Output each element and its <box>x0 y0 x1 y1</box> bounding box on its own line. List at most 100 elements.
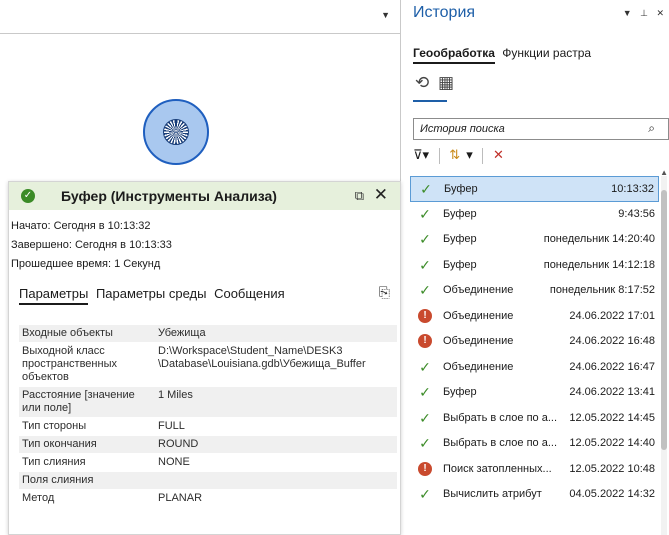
history-item-name: Буфер <box>443 233 477 245</box>
pane-controls[interactable]: ▼ ⊥ ✕ <box>623 8 667 19</box>
history-item-name: Буфер <box>444 183 478 195</box>
param-row: Поля слияния <box>19 471 397 490</box>
success-check-icon: ✓ <box>419 435 431 451</box>
history-list: ✓ Буфер 10:13:32 ✓ Буфер 9:43:56 ✓ Буфер понедел… <box>410 176 659 508</box>
tab-geoprocessing[interactable]: Геообработка <box>413 46 495 64</box>
param-name: Метод <box>19 489 155 508</box>
history-item[interactable]: ✓ Объединение 24.06.2022 16:47 <box>410 355 659 381</box>
copy-icon[interactable]: ⎘ <box>379 284 390 301</box>
history-item-time: 10:13:32 <box>611 183 654 195</box>
history-item[interactable]: ✓ Вычислить атрибут 04.05.2022 14:32 <box>410 482 659 508</box>
popup-header: ✓ Буфер (Инструменты Анализа) ⧉ ✕ <box>9 182 400 210</box>
param-row: Выходной класс пространственных объектов… <box>19 342 397 387</box>
scrollbar[interactable] <box>661 176 667 535</box>
started-text: Начато: Сегодня в 10:13:32 <box>11 220 151 232</box>
history-item-time: понедельник 14:12:18 <box>543 258 655 271</box>
error-icon: ! <box>418 308 432 323</box>
param-name: Тип стороны <box>19 417 155 436</box>
tab-messages[interactable]: Сообщения <box>214 286 285 301</box>
history-toolbar: ⊽▾ ⇅ ▾ ✕ <box>413 147 510 164</box>
history-item[interactable]: ✓ Объединение понедельник 8:17:52 <box>410 278 659 304</box>
history-item-name: Поиск затопленных... <box>443 462 552 475</box>
error-icon: ! <box>418 334 432 348</box>
param-name: Расстояние [значение или поле] <box>19 386 155 418</box>
history-icon[interactable]: ⟲ <box>415 73 429 92</box>
success-check-icon: ✓ <box>419 256 431 273</box>
chevron-down-icon[interactable]: ▾ <box>466 147 473 162</box>
tab-parameters[interactable]: Параметры <box>19 286 89 305</box>
history-item-time: 24.06.2022 16:47 <box>569 360 655 373</box>
success-check-icon: ✓ <box>419 205 431 222</box>
success-check-icon: ✓ <box>419 384 431 400</box>
success-check-icon: ✓ <box>419 409 431 426</box>
sort-icon[interactable]: ⇅ <box>449 147 460 162</box>
param-name: Поля слияния <box>19 471 155 490</box>
finished-text: Завершено: Сегодня в 10:13:33 <box>11 239 172 251</box>
history-pane: История ▼ ⊥ ✕ Геообработка Функции растр… <box>405 0 669 535</box>
map-tab-bar: ▼ <box>0 0 400 34</box>
calendar-icon[interactable]: ▦ <box>438 73 454 92</box>
history-item-name: Объединение <box>443 284 514 296</box>
tab-environments[interactable]: Параметры среды <box>96 286 207 301</box>
success-check-icon: ✓ <box>419 358 431 375</box>
symbol-core <box>163 119 189 145</box>
param-value: D:\Workspace\Student_Name\DESK3 \Databas… <box>155 342 397 387</box>
history-item[interactable]: ✓ Буфер понедельник 14:12:18 <box>410 253 659 279</box>
history-item[interactable]: ✓ Буфер 24.06.2022 13:41 <box>410 380 659 406</box>
param-name: Тип окончания <box>19 435 155 454</box>
param-value <box>155 471 397 490</box>
param-value: PLANAR <box>155 489 397 508</box>
history-item[interactable]: ✓ Буфер понедельник 14:20:40 <box>410 227 659 253</box>
shelter-point-symbol[interactable] <box>143 99 209 165</box>
tab-raster-functions[interactable]: Функции растра <box>502 46 591 60</box>
param-value: FULL <box>155 417 397 436</box>
elapsed-text: Прошедшее время: 1 Секунд <box>11 258 161 270</box>
history-item-time: 04.05.2022 14:32 <box>569 488 655 500</box>
history-item[interactable]: ✓ Буфер 10:13:32 <box>410 176 659 202</box>
history-item-name: Буфер <box>443 258 477 271</box>
clear-icon[interactable]: ✕ <box>493 147 504 162</box>
history-item-time: 24.06.2022 16:48 <box>569 335 655 347</box>
history-item-name: Вычислить атрибут <box>443 488 542 500</box>
history-item-time: 9:43:56 <box>618 207 655 220</box>
history-item-time: 12.05.2022 10:48 <box>569 462 655 475</box>
success-check-icon: ✓ <box>420 181 432 197</box>
param-value: ROUND <box>155 435 397 454</box>
history-item-time: 24.06.2022 13:41 <box>569 386 655 398</box>
param-row: Расстояние [значение или поле] 1 Miles <box>19 386 397 418</box>
search-icon[interactable]: ⌕ <box>648 121 655 136</box>
param-row: Тип слияния NONE <box>19 453 397 472</box>
param-row: Тип окончания ROUND <box>19 435 397 454</box>
param-row: Входные объекты Убежища <box>19 325 397 343</box>
history-item[interactable]: ! Объединение 24.06.2022 17:01 <box>410 304 659 330</box>
history-item[interactable]: ! Поиск затопленных... 12.05.2022 10:48 <box>410 457 659 483</box>
history-item[interactable]: ✓ Буфер 9:43:56 <box>410 202 659 228</box>
map-view[interactable]: ▼ ✓ Буфер (Инструменты Анализа) ⧉ ✕ Нача… <box>0 0 405 535</box>
history-item[interactable]: ✓ Выбрать в слое по а... 12.05.2022 14:45 <box>410 406 659 432</box>
scrollbar-thumb[interactable] <box>661 190 667 450</box>
history-item-name: Выбрать в слое по а... <box>443 437 558 449</box>
history-item-name: Объединение <box>443 360 514 373</box>
history-item-name: Буфер <box>443 207 477 220</box>
filter-icon[interactable]: ⊽▾ <box>413 147 429 162</box>
history-item-name: Объединение <box>443 309 514 322</box>
param-value: Убежища <box>155 325 397 343</box>
history-item[interactable]: ! Объединение 24.06.2022 16:48 <box>410 329 659 355</box>
parameters-table: Входные объекты Убежища Выходной класс про… <box>19 325 397 508</box>
map-dropdown-icon[interactable]: ▼ <box>381 10 390 20</box>
popup-title: Буфер (Инструменты Анализа) <box>61 188 277 204</box>
history-item-time: 12.05.2022 14:40 <box>569 437 655 449</box>
param-row: Метод PLANAR <box>19 489 397 508</box>
history-item-time: понедельник 14:20:40 <box>543 233 655 245</box>
close-icon[interactable]: ✕ <box>374 185 388 205</box>
history-item[interactable]: ✓ Выбрать в слое по а... 12.05.2022 14:40 <box>410 431 659 457</box>
open-tool-icon[interactable]: ⧉ <box>355 188 364 204</box>
success-check-icon: ✓ <box>419 282 431 298</box>
success-check-icon: ✓ <box>419 231 431 247</box>
param-row: Тип стороны FULL <box>19 417 397 436</box>
search-input[interactable]: История поиска <box>413 118 669 140</box>
history-item-name: Объединение <box>443 335 514 347</box>
view-switcher: ⟲ ▦ <box>415 73 458 93</box>
success-check-icon: ✓ <box>21 189 35 203</box>
tool-details-popup: ✓ Буфер (Инструменты Анализа) ⧉ ✕ Начато… <box>8 181 401 535</box>
